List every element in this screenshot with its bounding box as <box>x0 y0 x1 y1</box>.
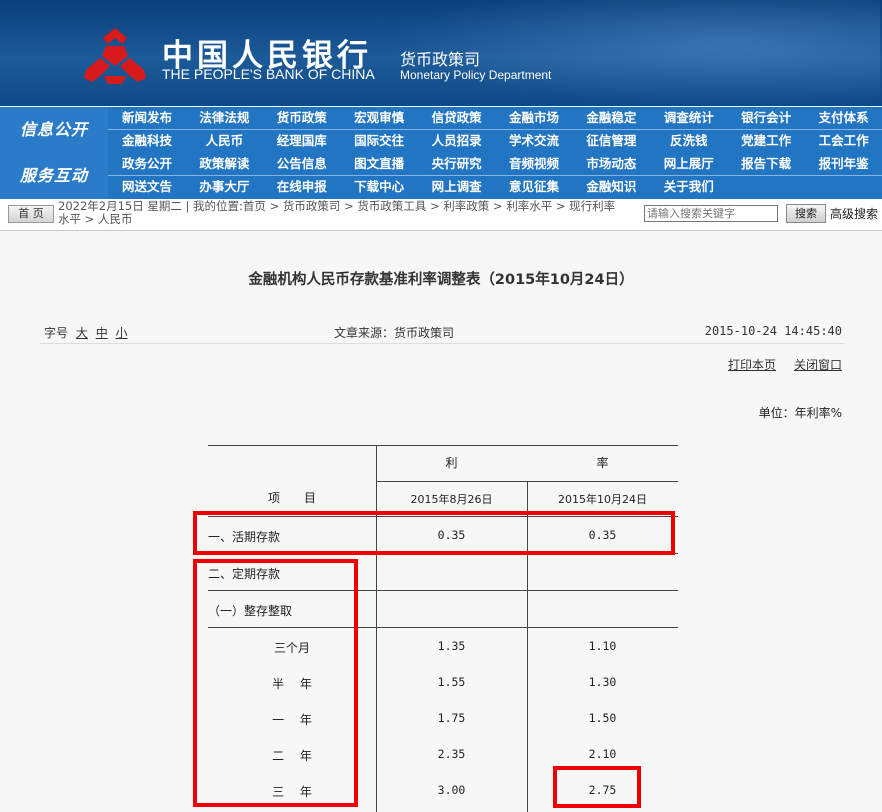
nav-service: 服务互动 政务公开 政策解读 公告信息 图文直播 央行研究 音频视频 市场动态 网上展厅 报告下… <box>0 153 882 199</box>
nav-item[interactable]: 办事大厅 <box>185 176 263 198</box>
nav-item[interactable]: 人员招录 <box>418 130 496 152</box>
nav-item[interactable]: 货币政策 <box>263 107 341 129</box>
nav-info-public: 信息公开 新闻发布 法律法规 货币政策 宏观审慎 信贷政策 金融市场 金融稳定 调查统计 银行会… <box>0 107 882 153</box>
nav-item[interactable]: 国际交往 <box>340 130 418 152</box>
article-source: 文章来源：货币政策司 <box>334 326 455 340</box>
font-size-label: 字号 <box>44 326 69 340</box>
nav-item[interactable]: 政务公开 <box>108 153 186 175</box>
nav-item[interactable]: 金融稳定 <box>572 107 650 129</box>
row-label: 二、定期存款 <box>208 567 281 581</box>
rate-value: 0.35 <box>588 528 617 542</box>
nav-item[interactable]: 网上展厅 <box>650 153 728 175</box>
header-date-a: 2015年8月26日 <box>410 493 493 506</box>
nav-item[interactable]: 市场动态 <box>572 153 650 175</box>
nav-item[interactable]: 图文直播 <box>340 153 418 175</box>
nav-item[interactable]: 意见征集 <box>495 176 573 198</box>
nav-item[interactable]: 金融知识 <box>572 176 650 198</box>
rate-value: 1.30 <box>588 675 617 689</box>
nav-item[interactable]: 信贷政策 <box>418 107 496 129</box>
row-label: 二 年 <box>272 749 312 763</box>
rate-value: 1.55 <box>437 675 466 689</box>
nav-item[interactable]: 新闻发布 <box>108 107 186 129</box>
nav-item[interactable]: 金融科技 <box>108 130 186 152</box>
dept-name-en: Monetary Policy Department <box>400 68 552 82</box>
nav-section-label: 服务互动 <box>0 153 108 199</box>
close-window-link[interactable]: 关闭窗口 <box>794 356 842 373</box>
table-rule <box>208 516 678 517</box>
nav-item[interactable]: 反洗钱 <box>650 130 728 152</box>
advanced-search-link[interactable]: 高级搜索 <box>830 205 878 222</box>
table-rule <box>208 590 678 591</box>
nav-item[interactable]: 关于我们 <box>650 176 728 198</box>
site-header: 中国人民银行 THE PEOPLE'S BANK OF CHINA 货币政策司 … <box>0 0 882 106</box>
nav-section-label: 信息公开 <box>0 107 108 153</box>
nav-item[interactable]: 政策解读 <box>185 153 263 175</box>
font-small-link[interactable]: 小 <box>116 326 128 340</box>
header-date-b: 2015年10月24日 <box>558 493 647 506</box>
article-title: 金融机构人民币存款基准利率调整表（2015年10月24日） <box>248 272 634 288</box>
nav-item[interactable]: 支付体系 <box>805 107 882 129</box>
search-input[interactable] <box>644 205 778 222</box>
divider <box>40 343 844 344</box>
nav-item[interactable]: 报告下载 <box>727 153 805 175</box>
nav-item[interactable]: 央行研究 <box>418 153 496 175</box>
nav-item[interactable]: 下载中心 <box>340 176 418 198</box>
article-date: 2015-10-24 14:45:40 <box>704 324 842 338</box>
rate-value: 1.35 <box>437 639 466 653</box>
nav-item[interactable]: 网上调查 <box>418 176 496 198</box>
nav-item[interactable]: 银行会计 <box>727 107 805 129</box>
table-rule <box>208 445 678 446</box>
home-button[interactable]: 首 页 <box>8 205 54 223</box>
row-label: 半 年 <box>272 677 312 691</box>
nav-item[interactable]: 报刊年鉴 <box>805 153 882 175</box>
nav-item[interactable]: 法律法规 <box>185 107 263 129</box>
nav-item[interactable]: 征信管理 <box>572 130 650 152</box>
rate-value: 3.00 <box>437 783 466 797</box>
font-medium-link[interactable]: 中 <box>96 326 108 340</box>
rate-value: 0.35 <box>437 528 466 542</box>
pboc-logo-icon[interactable] <box>82 26 148 86</box>
nav-item[interactable]: 学术交流 <box>495 130 573 152</box>
rate-value: 1.50 <box>588 711 617 725</box>
nav-item[interactable]: 在线申报 <box>263 176 341 198</box>
rate-value: 2.75 <box>588 783 617 797</box>
row-label: 一 年 <box>272 713 312 727</box>
row-label: 三 年 <box>272 785 312 799</box>
row-label: 三个月 <box>273 641 310 655</box>
nav-item[interactable]: 党建工作 <box>727 130 805 152</box>
unit-label: 单位：年利率% <box>758 406 842 420</box>
table-rule <box>208 553 678 554</box>
rate-value: 2.35 <box>437 747 466 761</box>
nav-item[interactable]: 工会工作 <box>805 130 882 152</box>
row-label: 一、活期存款 <box>208 530 281 544</box>
font-size-controls: 字号 大 中 小 <box>44 324 128 341</box>
header-rate-2: 率 <box>596 456 609 470</box>
breadcrumb: 2022年2月15日 星期二 | 我的位置:首页 > 货币政策司 > 货币政策工… <box>58 199 616 226</box>
nav-item[interactable]: 公告信息 <box>263 153 341 175</box>
search-button[interactable]: 搜索 <box>786 204 826 223</box>
nav-item[interactable]: 宏观审慎 <box>340 107 418 129</box>
rate-value: 2.10 <box>588 747 617 761</box>
nav-item[interactable]: 经理国库 <box>263 130 341 152</box>
print-link[interactable]: 打印本页 <box>728 356 776 373</box>
dept-name-cn: 货币政策司 <box>400 50 481 69</box>
rate-value: 1.75 <box>437 711 466 725</box>
row-label: （一）整存整取 <box>208 604 293 618</box>
nav-item[interactable]: 网送文告 <box>108 176 186 198</box>
nav-grid: 新闻发布 法律法规 货币政策 宏观审慎 信贷政策 金融市场 金融稳定 调查统计 银行会计 支付体系… <box>108 107 882 153</box>
nav-item[interactable]: 人民币 <box>185 130 263 152</box>
bank-name-en: THE PEOPLE'S BANK OF CHINA <box>162 66 375 82</box>
nav-grid: 政务公开 政策解读 公告信息 图文直播 央行研究 音频视频 市场动态 网上展厅 报告下载 报刊年鉴… <box>108 153 882 199</box>
nav-item[interactable]: 音频视频 <box>495 153 573 175</box>
font-large-link[interactable]: 大 <box>76 326 88 340</box>
header-rate-1: 利 <box>445 456 458 470</box>
rate-value: 1.10 <box>588 639 617 653</box>
nav-item[interactable]: 调查统计 <box>650 107 728 129</box>
header-item: 项 目 <box>267 491 316 505</box>
nav-item[interactable]: 金融市场 <box>495 107 573 129</box>
table-rule <box>208 627 678 628</box>
